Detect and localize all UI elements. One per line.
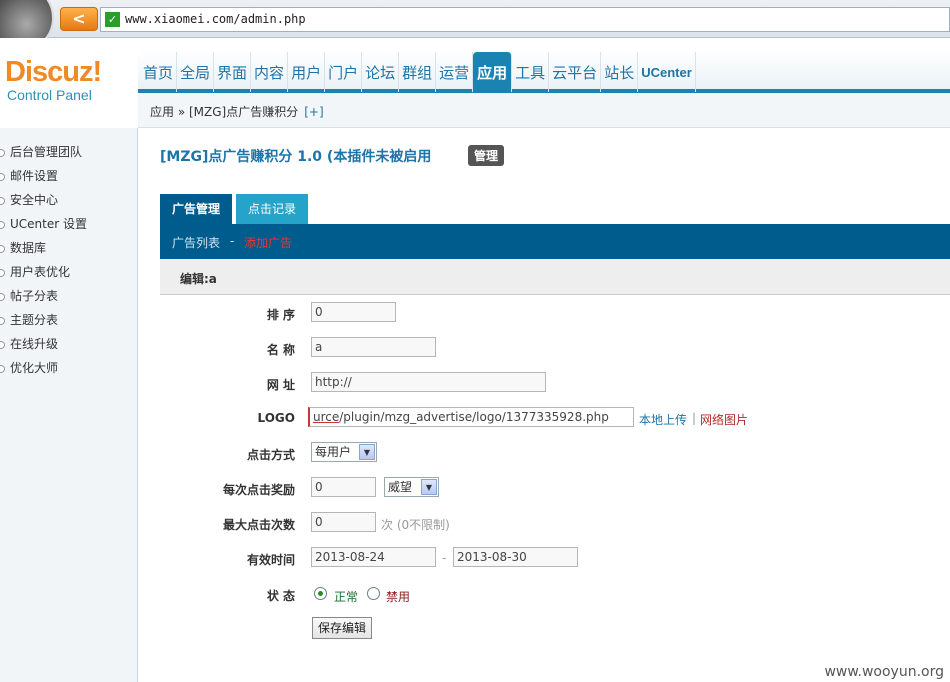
top-nav: 首页 全局 界面 内容 用户 门户 论坛 群组 运营 应用 工具 云平台 站长 …	[140, 52, 696, 92]
nav-item-ucenter[interactable]: UCenter	[638, 52, 696, 92]
url-text[interactable]: www.xiaomei.com/admin.php	[125, 12, 306, 26]
back-button[interactable]: <	[60, 7, 98, 31]
sidebar-item-security[interactable]: 安全中心	[0, 188, 137, 212]
status-disabled-radio[interactable]	[367, 587, 380, 600]
add-shortcut-link[interactable]: [+]	[304, 105, 323, 119]
name-input[interactable]: a	[311, 337, 436, 357]
status-disabled-label[interactable]: 禁用	[386, 588, 410, 605]
nav-item-home[interactable]: 首页	[140, 52, 178, 92]
address-bar[interactable]: ✓ www.xiaomei.com/admin.php	[100, 7, 950, 32]
nav-item-webmaster[interactable]: 站长	[601, 52, 639, 92]
tab-ad-management[interactable]: 广告管理	[160, 194, 233, 224]
sidebar-item-admin-team[interactable]: 后台管理团队	[0, 140, 137, 164]
url-input[interactable]: http://	[311, 372, 546, 392]
header: Discuz! Control Panel 首页 全局 界面 内容 用户 门户 …	[0, 38, 950, 128]
tab-bar: 广告管理 点击记录	[160, 194, 312, 224]
nav-item-content[interactable]: 内容	[251, 52, 289, 92]
sidebar-item-mail-settings[interactable]: 邮件设置	[0, 164, 137, 188]
form-row-status: 状 态 正常 禁用	[140, 583, 950, 605]
main-content: [MZG]点广告赚积分 1.0 (本插件未被启用 管理 广告管理 点击记录 广告…	[140, 128, 950, 682]
max-clicks-input[interactable]: 0	[311, 512, 376, 532]
logo-label: LOGO	[257, 411, 295, 425]
sidebar: 后台管理团队 邮件设置 安全中心 UCenter 设置 数据库 用户表优化 帖子…	[0, 128, 138, 682]
breadcrumb: 应用 » [MZG]点广告赚积分 [+]	[138, 93, 950, 128]
reward-label: 每次点击奖励	[222, 483, 295, 497]
form-row-url: 网 址 http://	[140, 372, 950, 394]
sub-nav-separator: -	[230, 234, 235, 248]
reward-unit-select[interactable]: 威望 ▼	[384, 477, 439, 497]
form-row-click-mode: 点击方式 每用户 ▼	[140, 442, 950, 464]
form-row-order: 排 序 0	[140, 302, 950, 324]
sidebar-item-ucenter-settings[interactable]: UCenter 设置	[0, 212, 137, 236]
edit-heading: 编辑:a	[180, 272, 217, 286]
url-label: 网 址	[266, 378, 295, 392]
status-label: 状 态	[266, 589, 295, 603]
browser-toolbar: < ✓ www.xiaomei.com/admin.php	[0, 0, 950, 52]
edit-heading-bar: 编辑:a	[160, 259, 950, 295]
sidebar-item-thread-split[interactable]: 主题分表	[0, 308, 137, 332]
remote-image-link[interactable]: 网络图片	[700, 411, 748, 428]
form-row-submit: 保存编辑	[140, 617, 950, 639]
watermark: www.wooyun.org	[824, 664, 944, 680]
click-mode-select[interactable]: 每用户 ▼	[311, 442, 377, 462]
logo-link-separator: |	[692, 411, 697, 425]
page-title: [MZG]点广告赚积分 1.0 (本插件未被启用	[160, 149, 432, 165]
local-upload-link[interactable]: 本地上传	[639, 411, 687, 428]
form-row-logo: LOGO urce/plugin/mzg_advertise/logo/1377…	[140, 407, 950, 429]
nav-item-operations[interactable]: 运营	[436, 52, 474, 92]
logo-name: Discuz!	[5, 56, 102, 88]
add-ad-link[interactable]: 添加广告	[244, 234, 292, 251]
status-normal-label[interactable]: 正常	[334, 588, 358, 605]
logo-subtitle: Control Panel	[7, 87, 92, 103]
order-input[interactable]: 0	[311, 302, 396, 322]
nav-item-tools[interactable]: 工具	[512, 52, 550, 92]
discuz-logo[interactable]: Discuz! Control Panel	[5, 56, 102, 103]
save-edit-button[interactable]: 保存编辑	[312, 617, 373, 639]
sidebar-item-online-upgrade[interactable]: 在线升级	[0, 332, 137, 356]
max-clicks-label: 最大点击次数	[222, 518, 295, 532]
chevron-down-icon: ▼	[359, 444, 375, 460]
sidebar-item-user-table[interactable]: 用户表优化	[0, 260, 137, 284]
nav-item-users[interactable]: 用户	[288, 52, 326, 92]
reward-unit-value: 威望	[388, 480, 413, 494]
status-normal-radio[interactable]	[314, 587, 327, 600]
name-label: 名 称	[266, 343, 295, 357]
form-row-name: 名 称 a	[140, 337, 950, 359]
nav-item-portal[interactable]: 门户	[325, 52, 363, 92]
secure-check-icon: ✓	[105, 12, 120, 27]
max-clicks-hint: 次 (0不限制)	[381, 518, 450, 532]
sidebar-item-post-split[interactable]: 帖子分表	[0, 284, 137, 308]
click-mode-value: 每用户	[315, 445, 352, 459]
form-row-max-clicks: 最大点击次数 0 次 (0不限制)	[140, 512, 950, 534]
logo-path-rest: /plugin/mzg_advertise/logo/1377335928.ph…	[339, 410, 609, 424]
valid-end-input[interactable]: 2013-08-30	[453, 547, 578, 567]
reward-input[interactable]: 0	[311, 477, 376, 497]
valid-start-input[interactable]: 2013-08-24	[311, 547, 436, 567]
date-separator: -	[442, 551, 447, 565]
nav-item-groups[interactable]: 群组	[399, 52, 437, 92]
sidebar-item-database[interactable]: 数据库	[0, 236, 137, 260]
manage-button[interactable]: 管理	[468, 145, 505, 166]
chevron-down-icon: ▼	[421, 479, 437, 495]
nav-item-cloud[interactable]: 云平台	[549, 52, 602, 92]
nav-item-interface[interactable]: 界面	[214, 52, 252, 92]
form-row-valid-period: 有效时间 2013-08-24 - 2013-08-30	[140, 547, 950, 569]
nav-item-forum[interactable]: 论坛	[362, 52, 400, 92]
click-mode-label: 点击方式	[246, 448, 295, 462]
valid-period-label: 有效时间	[246, 553, 295, 567]
order-label: 排 序	[266, 308, 295, 322]
nav-item-apps[interactable]: 应用	[473, 52, 513, 92]
nav-item-global[interactable]: 全局	[177, 52, 215, 92]
logo-path-start: urce	[313, 410, 340, 424]
logo-input[interactable]: urce/plugin/mzg_advertise/logo/137733592…	[308, 407, 634, 427]
breadcrumb-text: 应用 » [MZG]点广告赚积分	[150, 105, 299, 119]
form-row-reward: 每次点击奖励 0 威望 ▼	[140, 477, 950, 499]
tab-click-records[interactable]: 点击记录	[236, 194, 309, 224]
ad-list-link[interactable]: 广告列表	[172, 234, 220, 251]
sidebar-item-optimizer[interactable]: 优化大师	[0, 356, 137, 380]
sub-navigation: 广告列表 - 添加广告	[160, 224, 950, 259]
